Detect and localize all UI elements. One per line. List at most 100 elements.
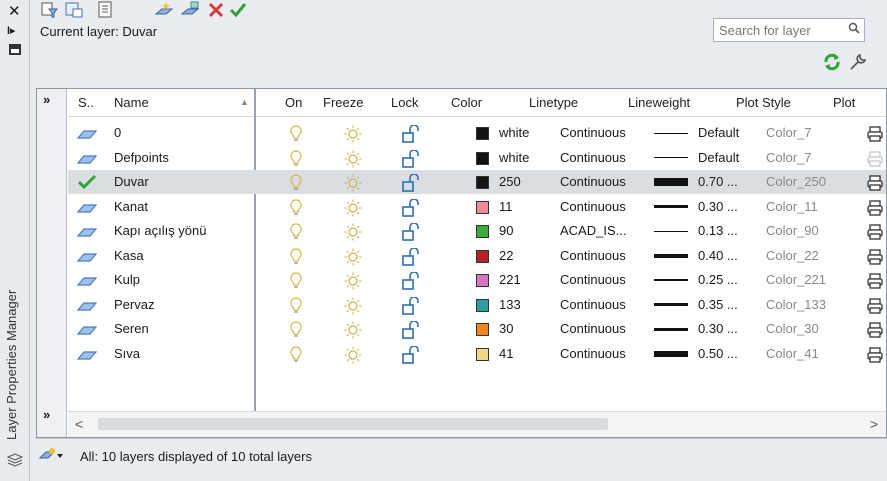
lineweight-value[interactable]: 0.30 ... bbox=[698, 199, 738, 214]
unlock-icon[interactable] bbox=[401, 174, 421, 192]
on-lightbulb-icon[interactable] bbox=[290, 321, 302, 339]
properties-menu-icon[interactable] bbox=[9, 44, 21, 55]
layer-states-manager-icon[interactable] bbox=[96, 0, 116, 20]
linetype-name[interactable]: Continuous bbox=[560, 199, 626, 214]
layer-name[interactable]: Kanat bbox=[114, 199, 148, 214]
lineweight-value[interactable]: 0.25 ... bbox=[698, 272, 738, 287]
layer-name[interactable]: Seren bbox=[114, 321, 149, 336]
layer-row[interactable]: Defpoints white Continuous Default Color_7 bbox=[68, 146, 886, 170]
color-swatch[interactable] bbox=[476, 127, 489, 140]
filter-dropdown-icon[interactable] bbox=[38, 446, 64, 464]
new-layer-icon[interactable] bbox=[154, 0, 174, 20]
new-layer-vp-frozen-icon[interactable] bbox=[180, 0, 200, 20]
layer-name[interactable]: Sıva bbox=[114, 346, 140, 361]
plot-printer-icon[interactable] bbox=[866, 174, 884, 192]
color-swatch[interactable] bbox=[476, 347, 489, 361]
thaw-sun-icon[interactable] bbox=[344, 346, 362, 364]
color-swatch[interactable] bbox=[476, 225, 489, 238]
on-lightbulb-icon[interactable] bbox=[290, 174, 302, 192]
color-name[interactable]: 11 bbox=[499, 199, 513, 214]
linetype-name[interactable]: Continuous bbox=[560, 346, 626, 361]
linetype-name[interactable]: Continuous bbox=[560, 297, 626, 312]
color-name[interactable]: 250 bbox=[499, 174, 521, 189]
on-lightbulb-icon[interactable] bbox=[290, 247, 302, 266]
linetype-name[interactable]: ACAD_IS... bbox=[560, 223, 626, 238]
set-current-icon[interactable] bbox=[228, 0, 248, 20]
unlock-icon[interactable] bbox=[401, 149, 421, 168]
plot-style[interactable]: Color_7 bbox=[766, 125, 812, 140]
close-icon[interactable]: ✕ bbox=[8, 2, 21, 20]
linetype-name[interactable]: Continuous bbox=[560, 174, 626, 189]
unlock-icon[interactable] bbox=[401, 223, 421, 241]
layer-row[interactable]: Duvar 250 Continuous 0.70 ... Color_250 bbox=[68, 170, 886, 194]
col-lock-header[interactable]: Lock bbox=[391, 95, 418, 110]
color-name[interactable]: 30 bbox=[499, 321, 513, 336]
linetype-name[interactable]: Continuous bbox=[560, 248, 626, 263]
on-lightbulb-icon[interactable] bbox=[290, 198, 302, 217]
plot-style[interactable]: Color_250 bbox=[766, 174, 826, 189]
plot-style[interactable]: Color_133 bbox=[766, 297, 826, 312]
col-plot-style-header[interactable]: Plot Style bbox=[736, 95, 791, 110]
thaw-sun-icon[interactable] bbox=[344, 125, 362, 143]
linetype-name[interactable]: Continuous bbox=[560, 321, 626, 336]
unlock-icon[interactable] bbox=[401, 198, 421, 217]
col-color-header[interactable]: Color bbox=[451, 95, 482, 110]
color-swatch[interactable] bbox=[476, 323, 489, 336]
color-name[interactable]: 41 bbox=[499, 346, 513, 361]
expand-filter-tree-bottom-icon[interactable]: » bbox=[43, 407, 50, 422]
auto-hide-icon[interactable]: I▸ bbox=[7, 24, 16, 37]
lineweight-value[interactable]: 0.70 ... bbox=[698, 174, 738, 189]
expand-filter-tree-icon[interactable]: » bbox=[43, 92, 50, 107]
plot-style[interactable]: Color_22 bbox=[766, 248, 819, 263]
layer-name[interactable]: 0 bbox=[114, 125, 121, 140]
horizontal-scrollbar[interactable]: < > bbox=[68, 411, 886, 437]
on-lightbulb-icon[interactable] bbox=[290, 272, 302, 290]
plot-style[interactable]: Color_7 bbox=[766, 150, 812, 165]
scroll-right-icon[interactable]: > bbox=[870, 416, 878, 432]
delete-layer-icon[interactable] bbox=[206, 0, 226, 20]
layer-row[interactable]: Kapı açılış yönü 90 ACAD_IS... 0.13 ... Colo… bbox=[68, 219, 886, 243]
unlock-icon[interactable] bbox=[401, 125, 421, 143]
lineweight-value[interactable]: 0.13 ... bbox=[698, 223, 738, 238]
thaw-sun-icon[interactable] bbox=[344, 150, 362, 168]
scroll-left-icon[interactable]: < bbox=[75, 416, 83, 432]
color-name[interactable]: white bbox=[499, 125, 529, 140]
thaw-sun-icon[interactable] bbox=[344, 174, 362, 192]
linetype-name[interactable]: Continuous bbox=[560, 125, 626, 140]
thaw-sun-icon[interactable] bbox=[344, 272, 362, 290]
unlock-icon[interactable] bbox=[401, 247, 421, 266]
on-lightbulb-icon[interactable] bbox=[290, 125, 302, 143]
color-name[interactable]: 90 bbox=[499, 223, 513, 238]
thaw-sun-icon[interactable] bbox=[344, 321, 362, 339]
unlock-icon[interactable] bbox=[401, 345, 421, 364]
on-lightbulb-icon[interactable] bbox=[290, 149, 302, 168]
lineweight-value[interactable]: Default bbox=[698, 150, 739, 165]
linetype-name[interactable]: Continuous bbox=[560, 272, 626, 287]
lineweight-value[interactable]: 0.30 ... bbox=[698, 321, 738, 336]
linetype-name[interactable]: Continuous bbox=[560, 150, 626, 165]
col-name-header[interactable]: Name bbox=[114, 95, 149, 110]
layer-name[interactable]: Defpoints bbox=[114, 150, 169, 165]
lineweight-value[interactable]: Default bbox=[698, 125, 739, 140]
color-swatch[interactable] bbox=[476, 298, 489, 312]
layer-row[interactable]: Pervaz 133 Continuous 0.35 ... Color_133 bbox=[68, 293, 886, 317]
layer-row[interactable]: Kasa 22 Continuous 0.40 ... Color_22 bbox=[68, 244, 886, 268]
color-swatch[interactable] bbox=[476, 176, 489, 189]
color-name[interactable]: 22 bbox=[499, 248, 513, 263]
col-status-header[interactable]: S.. bbox=[78, 95, 94, 110]
search-input[interactable]: Search for layer bbox=[713, 18, 865, 42]
col-plot-header[interactable]: Plot bbox=[833, 95, 855, 110]
color-swatch[interactable] bbox=[476, 274, 489, 287]
plot-style[interactable]: Color_90 bbox=[766, 223, 819, 238]
plot-style[interactable]: Color_221 bbox=[766, 272, 826, 287]
color-swatch[interactable] bbox=[476, 151, 489, 165]
layer-name[interactable]: Kulp bbox=[114, 272, 140, 287]
scrollbar-thumb[interactable] bbox=[98, 418, 608, 430]
settings-icon[interactable] bbox=[848, 52, 868, 72]
layer-name[interactable]: Pervaz bbox=[114, 297, 154, 312]
plot-printer-icon[interactable] bbox=[866, 150, 884, 168]
layer-name[interactable]: Kasa bbox=[114, 248, 144, 263]
color-name[interactable]: 221 bbox=[499, 272, 521, 287]
color-swatch[interactable] bbox=[476, 200, 489, 214]
plot-printer-icon[interactable] bbox=[866, 321, 884, 339]
